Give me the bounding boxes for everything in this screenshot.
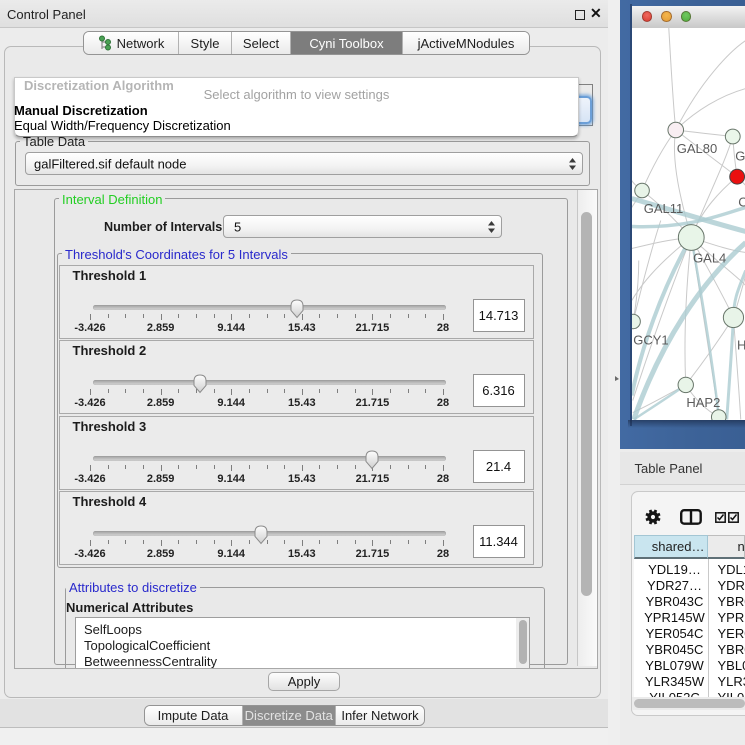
svg-text:H: H <box>737 337 745 352</box>
svg-text:GAL4: GAL4 <box>693 250 726 265</box>
svg-text:GAL80: GAL80 <box>676 141 716 156</box>
svg-text:GCY1: GCY1 <box>633 332 668 347</box>
svg-text:HAP2: HAP2 <box>686 395 720 410</box>
svg-text:GA: GA <box>735 148 745 163</box>
svg-text:C: C <box>738 194 745 209</box>
svg-text:GAL11: GAL11 <box>643 201 683 216</box>
